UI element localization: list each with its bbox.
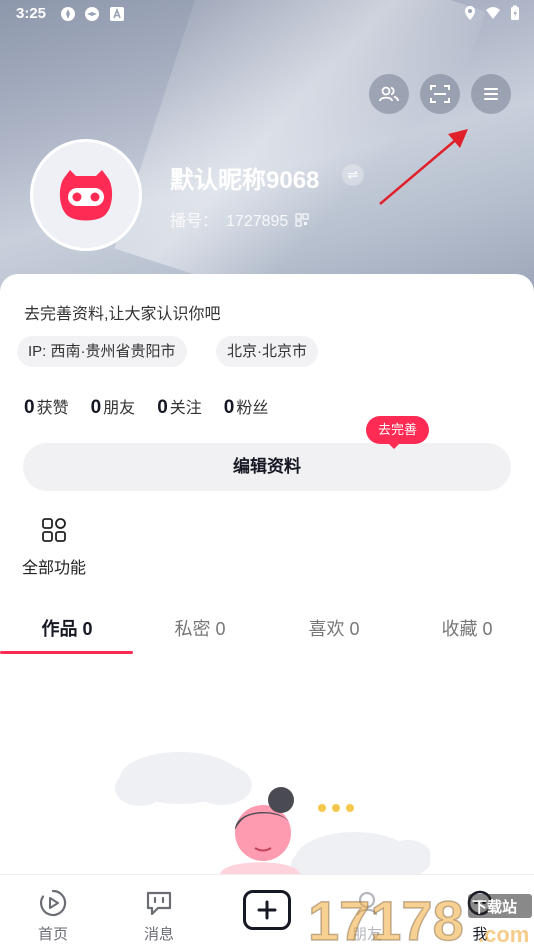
account-id-row: 播号： 1727895	[170, 207, 309, 231]
city-tag: 北京·北京市	[216, 336, 318, 367]
menu-button[interactable]	[471, 74, 511, 114]
ip-location-tag: IP: 西南·贵州省贵阳市	[17, 336, 187, 367]
svg-text:.com: .com	[478, 922, 529, 947]
active-tab-indicator	[0, 651, 133, 654]
location-icon	[465, 6, 475, 20]
video-play-icon	[40, 889, 67, 917]
nickname: 默认昵称9068	[170, 167, 320, 194]
nav-home[interactable]: 首页	[13, 887, 93, 944]
account-id-value: 1727895	[226, 213, 289, 230]
all-functions-button[interactable]: 全部功能	[18, 517, 90, 578]
status-bar: 3:25	[0, 0, 534, 28]
message-icon	[146, 891, 172, 916]
nav-messages[interactable]: 消息	[119, 887, 199, 944]
tab-favorites[interactable]: 收藏 0	[400, 615, 534, 641]
two-people-icon	[379, 86, 399, 102]
empty-state-illustration	[115, 752, 430, 875]
complete-profile-bubble[interactable]: 去完善	[366, 416, 430, 449]
nav-messages-label: 消息	[143, 926, 174, 943]
svg-text:17178: 17178	[308, 889, 464, 950]
account-id-label: 播号：	[170, 213, 219, 230]
tab-likes[interactable]: 喜欢 0	[267, 615, 401, 641]
wifi-icon	[486, 7, 500, 19]
hamburger-menu-icon	[484, 88, 498, 100]
plus-icon	[257, 900, 277, 920]
switch-account-icon[interactable]: ⇌	[342, 164, 364, 186]
edit-profile-button[interactable]: 编辑资料	[23, 443, 511, 491]
notification-app-icon	[61, 7, 75, 21]
stat-followers[interactable]: 0 粉丝	[224, 394, 269, 419]
status-time: 3:25	[16, 5, 47, 22]
avatar[interactable]	[30, 139, 142, 251]
notification-app-icon	[85, 7, 99, 21]
all-functions-label: 全部功能	[21, 560, 86, 577]
scan-button[interactable]	[420, 74, 460, 114]
battery-icon	[511, 5, 519, 20]
stat-friends[interactable]: 0 朋友	[91, 394, 136, 419]
stats-row: 0 获赞 0 朋友 0 关注 0 粉丝	[24, 394, 290, 419]
stat-following[interactable]: 0 关注	[157, 394, 202, 419]
friends-button[interactable]	[369, 74, 409, 114]
content-tabs: 作品 0 私密 0 喜欢 0 收藏 0	[0, 615, 534, 655]
default-avatar-icon	[59, 170, 113, 221]
complete-profile-prompt[interactable]: 去完善资料,让大家认识你吧	[24, 300, 220, 324]
tab-works[interactable]: 作品 0	[0, 615, 134, 641]
tab-private[interactable]: 私密 0	[133, 615, 267, 641]
create-post-button[interactable]	[243, 890, 291, 930]
svg-text:下载站: 下载站	[472, 898, 517, 916]
site-watermark-logo: 17178 下载站 .com	[307, 888, 532, 950]
nav-home-label: 首页	[37, 926, 68, 943]
notification-a-icon	[110, 7, 124, 21]
annotation-arrow-icon	[379, 129, 468, 205]
grid-apps-icon	[42, 518, 66, 542]
scan-icon	[430, 85, 450, 103]
stat-likes[interactable]: 0 获赞	[24, 394, 69, 419]
qr-code-icon[interactable]	[295, 213, 309, 227]
